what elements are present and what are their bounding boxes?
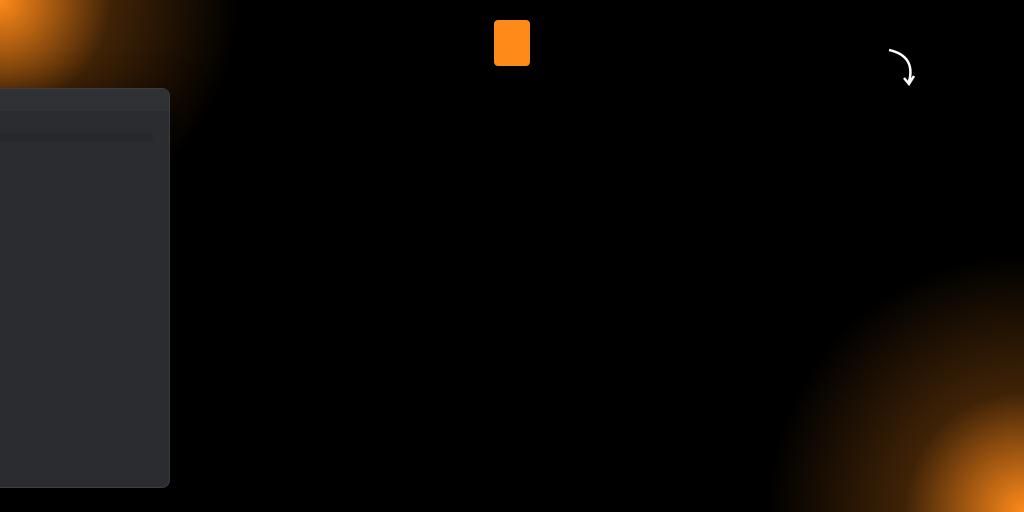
code-block [0,133,153,141]
window-mysql: ▥ ✎ × [0,88,170,488]
titlebar: ▥ ✎ × [0,89,169,111]
curved-arrow-icon [884,48,924,88]
breadcrumb [0,121,153,127]
hero-headline [0,22,1024,62]
